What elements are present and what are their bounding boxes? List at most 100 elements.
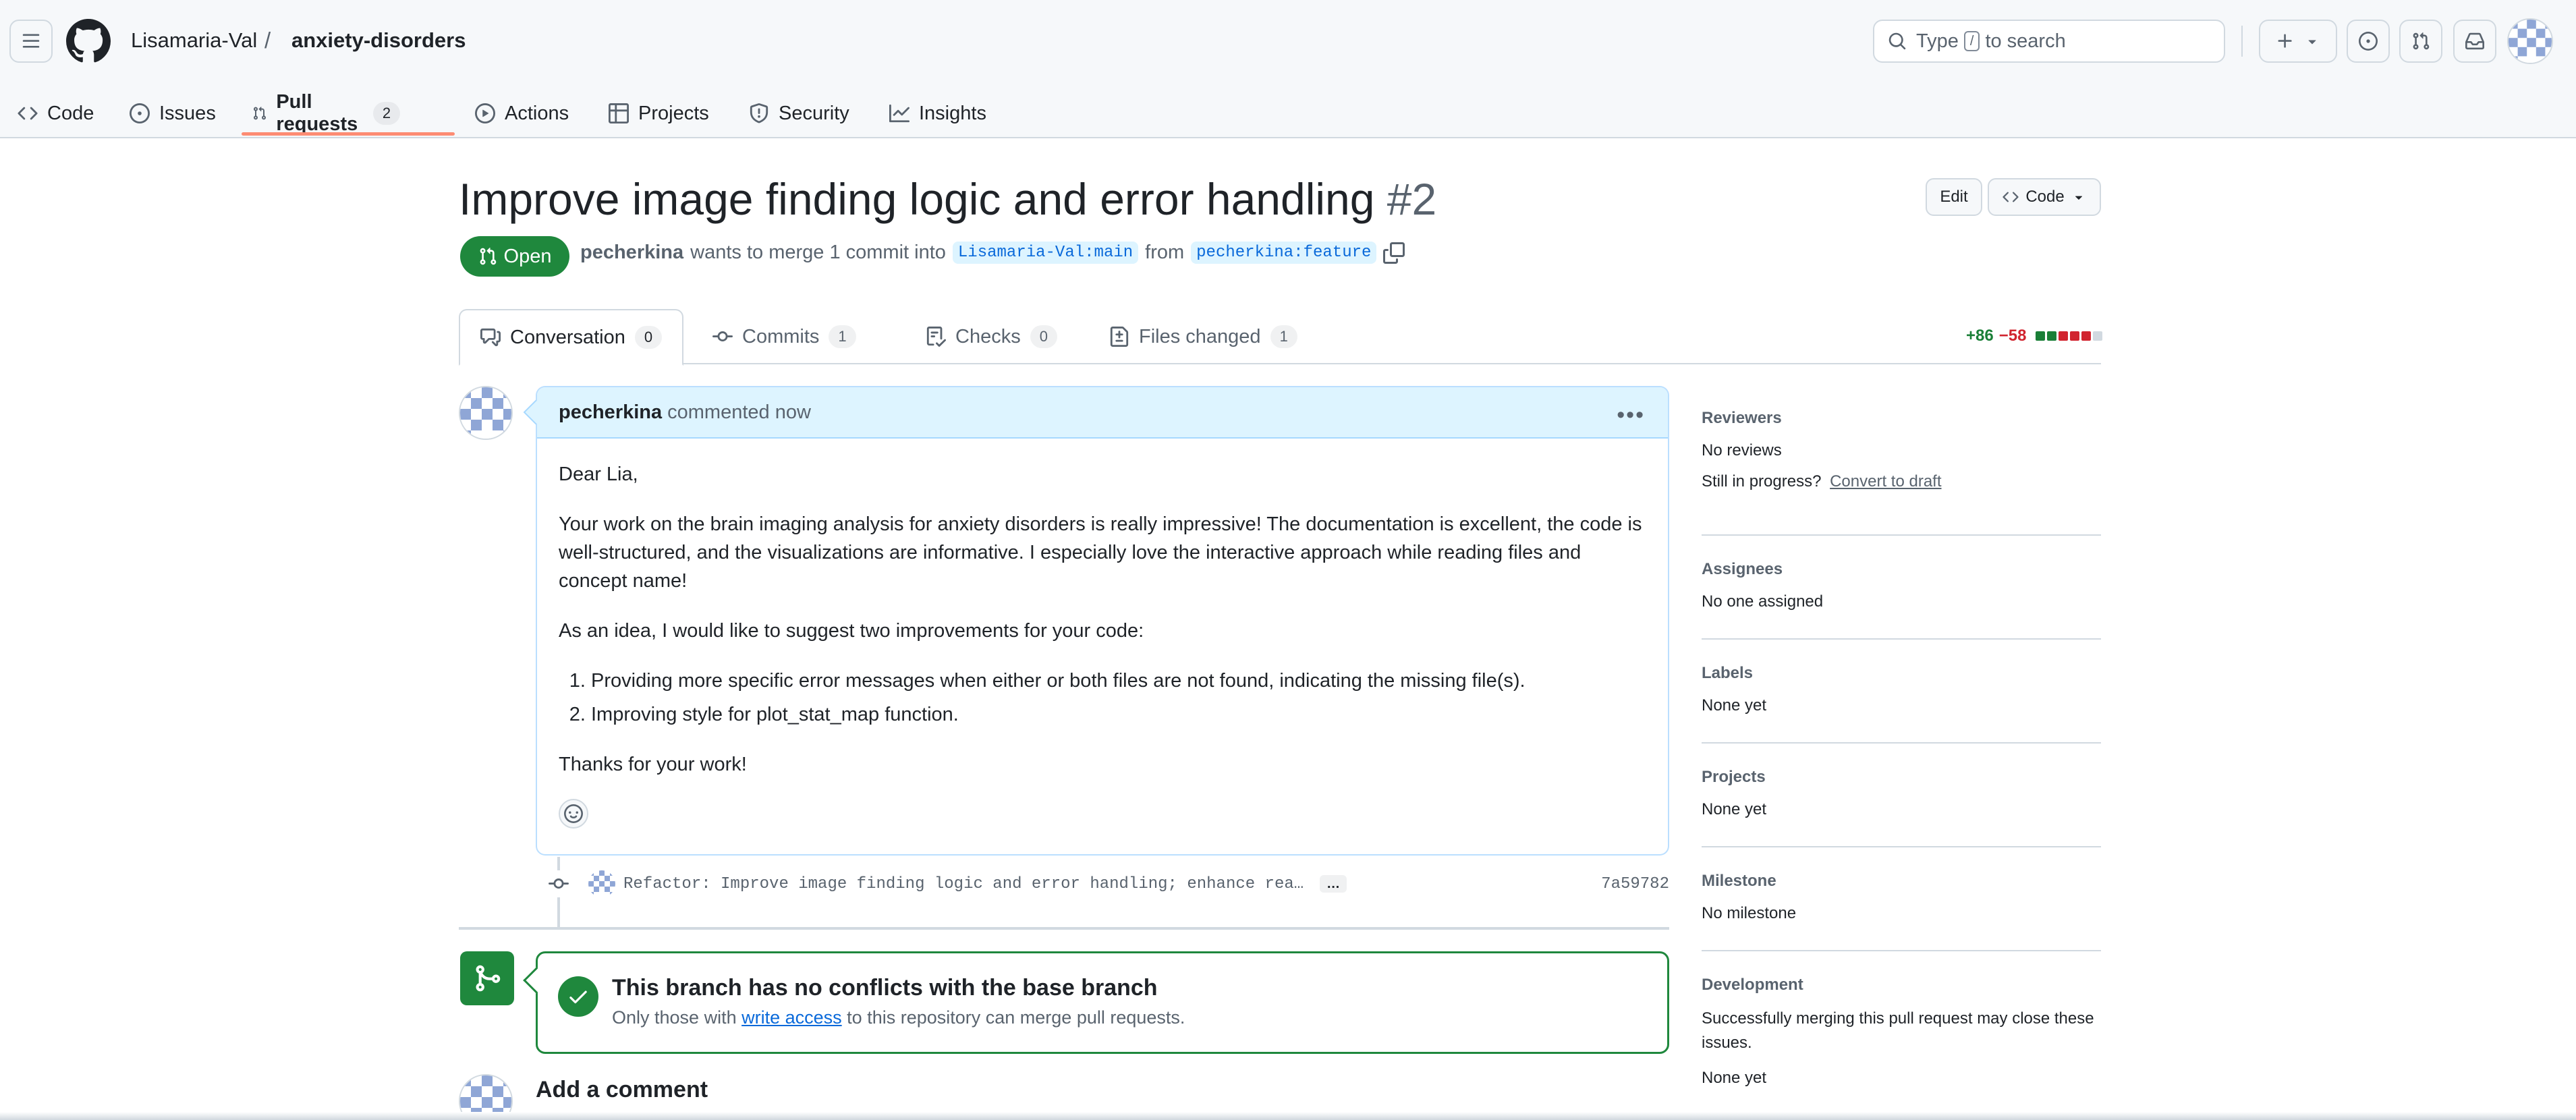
nav-insights[interactable]: Insights: [889, 89, 986, 138]
breadcrumb-owner[interactable]: Lisamaria-Val: [131, 27, 257, 54]
merge-status-title: This branch has no conflicts with the ba…: [612, 975, 1158, 1001]
nav-security[interactable]: Security: [749, 89, 849, 138]
head-branch[interactable]: pecherkina:feature: [1191, 242, 1377, 264]
write-access-link[interactable]: write access: [741, 1007, 842, 1028]
nav-pull-requests[interactable]: Pull requests 2: [252, 89, 401, 138]
github-logo-icon[interactable]: [66, 19, 111, 63]
kebab-horizontal-icon[interactable]: •••: [1617, 402, 1645, 428]
commit-expand-button[interactable]: …: [1320, 875, 1347, 893]
triangle-down-icon: [2308, 40, 2316, 45]
merge-status-subtitle: Only those with write access to this rep…: [612, 1007, 1185, 1028]
convert-to-draft-link[interactable]: Convert to draft: [1830, 472, 1941, 491]
notifications-button[interactable]: [2453, 20, 2496, 63]
comment-closing: Thanks for your work!: [559, 754, 747, 775]
create-new-button[interactable]: [2259, 20, 2337, 63]
tab-conversation-label: Conversation: [510, 326, 625, 348]
tab-checks-label: Checks: [955, 325, 1021, 347]
git-pull-request-icon: [2413, 32, 2430, 50]
tab-commits-label: Commits: [742, 325, 820, 347]
nav-issues[interactable]: Issues: [130, 89, 216, 138]
commit-author-avatar[interactable]: [588, 870, 615, 897]
app-header: Lisamaria-Val / anxiety-disorders Type /…: [0, 0, 2576, 138]
timeline-commit: Refactor: Improve image finding logic an…: [545, 870, 1669, 897]
comment-paragraph-1: Your work on the brain imaging analysis …: [559, 513, 1642, 592]
your-issues-button[interactable]: [2347, 20, 2390, 63]
pr-from-text: from: [1145, 242, 1185, 263]
pull-requests-count-badge: 2: [372, 102, 401, 125]
menu-button[interactable]: [9, 20, 53, 63]
sidebar-assignees: Assignees No one assigned: [1702, 560, 2101, 611]
sidebar-development-title[interactable]: Development: [1702, 976, 2101, 995]
sidebar-assignees-title[interactable]: Assignees: [1702, 560, 2101, 579]
sidebar-milestone: Milestone No milestone: [1702, 872, 2101, 923]
nav-code[interactable]: Code: [18, 89, 94, 138]
commit-sha-link[interactable]: 7a59782: [1601, 875, 1669, 893]
viewport-bottom-shadow: [0, 1112, 2576, 1120]
comment-author-avatar[interactable]: [459, 386, 513, 440]
pr-title: Improve image finding logic and error ha…: [459, 169, 1436, 229]
user-avatar[interactable]: [2507, 18, 2553, 64]
comment-timestamp[interactable]: commented now: [667, 401, 811, 424]
diffstat-deletions: −58: [1998, 327, 2027, 345]
search-placeholder-end: to search: [1985, 30, 2066, 52]
diffstat-block: [2070, 331, 2080, 341]
pr-title-text: Improve image finding logic and error ha…: [459, 174, 1375, 224]
git-pull-request-icon: [253, 107, 267, 120]
tab-checks[interactable]: Checks 0: [905, 309, 1077, 364]
diffstat-block: [2093, 331, 2103, 341]
header-divider: [2241, 26, 2243, 57]
sidebar-in-progress: Still in progress? Convert to draft: [1702, 470, 2101, 494]
comment-suggestion-list: Providing more specific error messages w…: [559, 667, 1646, 729]
sidebar-reviewers-title[interactable]: Reviewers: [1702, 409, 2101, 428]
tab-conversation[interactable]: Conversation 0: [459, 309, 684, 366]
nav-active-underline: [242, 132, 455, 136]
diffstat-additions: +86: [1966, 327, 1994, 345]
tab-commits[interactable]: Commits 1: [692, 309, 876, 364]
merge-sub-after: to this repository can merge pull reques…: [847, 1007, 1185, 1028]
copy-icon[interactable]: [1383, 242, 1405, 264]
sidebar-development: Development Successfully merging this pu…: [1702, 976, 2101, 1088]
merge-box-pointer: [523, 967, 550, 994]
nav-projects[interactable]: Projects: [609, 89, 709, 138]
tab-checks-count: 0: [1030, 325, 1057, 348]
diffstat-block: [2081, 331, 2092, 341]
sidebar-divider: [1702, 534, 2101, 536]
tab-files-changed[interactable]: Files changed 1: [1089, 309, 1318, 364]
comment-body: Dear Lia, Your work on the brain imaging…: [537, 439, 1668, 779]
nav-actions-label: Actions: [505, 102, 569, 124]
commit-message-link[interactable]: Refactor: Improve image finding logic an…: [623, 875, 1304, 893]
check-circle-icon: [558, 976, 598, 1017]
sidebar-projects-title[interactable]: Projects: [1702, 768, 2101, 787]
nav-actions[interactable]: Actions: [475, 89, 569, 138]
edit-title-button[interactable]: Edit: [1926, 178, 1982, 216]
git-pull-request-icon: [480, 248, 496, 265]
base-branch[interactable]: Lisamaria-Val:main: [952, 242, 1139, 264]
identicon-avatar-icon: [460, 387, 511, 439]
sidebar-divider: [1702, 638, 2101, 640]
sidebar-divider: [1702, 742, 2101, 744]
code-dropdown-button[interactable]: Code: [1988, 178, 2101, 216]
sidebar-milestone-title[interactable]: Milestone: [1702, 872, 2101, 891]
issue-opened-icon: [130, 103, 150, 123]
sidebar-reviewers-value: No reviews: [1702, 441, 1782, 459]
pr-author-link[interactable]: pecherkina: [580, 242, 683, 264]
comment-greeting: Dear Lia,: [559, 464, 638, 485]
breadcrumb-separator: /: [264, 28, 271, 53]
graph-icon: [889, 104, 909, 123]
comment-author-link[interactable]: pecherkina: [559, 401, 662, 424]
timeline-end-divider: [459, 927, 1669, 930]
git-commit-icon: [549, 878, 569, 889]
search-placeholder-start: Type: [1916, 30, 1959, 52]
diffstat-block: [2047, 331, 2057, 341]
search-input[interactable]: Type / to search: [1873, 20, 2225, 63]
add-reaction-button[interactable]: [559, 799, 588, 829]
code-dropdown-label: Code: [2025, 188, 2065, 206]
diffstat-blocks: [2036, 331, 2103, 341]
sidebar-labels-title[interactable]: Labels: [1702, 664, 2101, 683]
your-pull-requests-button[interactable]: [2399, 20, 2442, 63]
pr-state-label: Open: [503, 245, 552, 267]
breadcrumb-repo[interactable]: anxiety-disorders: [291, 27, 466, 54]
inbox-icon: [2465, 32, 2484, 50]
search-icon: [1888, 32, 1906, 50]
code-icon: [18, 107, 38, 120]
